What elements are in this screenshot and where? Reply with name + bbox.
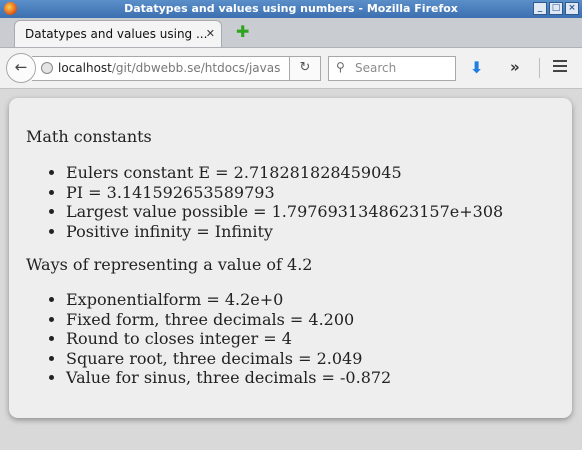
math-constants-heading: Math constants xyxy=(26,127,152,146)
tab-active[interactable]: Datatypes and values using ... ✕ xyxy=(14,20,222,47)
navigation-toolbar: localhost/git/dbwebb.se/htdocs/javas ❯ ←… xyxy=(0,48,582,89)
window-controls: _ □ × xyxy=(533,2,579,15)
plus-icon[interactable]: ✚ xyxy=(236,24,249,40)
url-host: localhost xyxy=(58,61,112,75)
list-item: Largest value possible = 1.7976931348623… xyxy=(66,202,503,222)
content-card: Math constants Eulers constant E = 2.718… xyxy=(9,98,572,418)
url-path: /git/dbwebb.se/htdocs/javas xyxy=(111,61,281,75)
list-item: Value for sinus, three decimals = -0.872 xyxy=(66,368,391,388)
url-text: localhost/git/dbwebb.se/htdocs/javas xyxy=(58,61,286,75)
overflow-icon[interactable]: » xyxy=(510,58,520,76)
hamburger-menu-icon[interactable] xyxy=(553,60,567,75)
globe-icon xyxy=(41,62,53,74)
list-item: Fixed form, three decimals = 4.200 xyxy=(66,310,391,330)
search-box[interactable]: ⚲ Search xyxy=(328,56,456,81)
maximize-button[interactable]: □ xyxy=(549,2,563,15)
tab-strip: Datatypes and values using ... ✕ xyxy=(0,18,582,48)
close-icon[interactable]: ✕ xyxy=(206,27,215,40)
ways-list: Exponentialform = 4.2e+0 Fixed form, thr… xyxy=(9,290,391,388)
window-title: Datatypes and values using numbers - Moz… xyxy=(124,2,458,15)
search-icon: ⚲ xyxy=(336,60,345,74)
list-item: Exponentialform = 4.2e+0 xyxy=(66,290,391,310)
search-placeholder: Search xyxy=(355,61,397,75)
url-bar[interactable]: localhost/git/dbwebb.se/htdocs/javas ❯ xyxy=(32,56,320,81)
reload-icon[interactable]: ↻ xyxy=(289,56,321,81)
window-titlebar: Datatypes and values using numbers - Moz… xyxy=(0,0,582,18)
minimize-button[interactable]: _ xyxy=(533,2,547,15)
toolbar-separator xyxy=(539,58,540,78)
list-item: Eulers constant E = 2.718281828459045 xyxy=(66,163,503,183)
ways-heading: Ways of representing a value of 4.2 xyxy=(26,255,313,274)
download-icon[interactable]: ⬇ xyxy=(470,58,483,77)
window-close-button[interactable]: × xyxy=(565,2,579,15)
list-item: Positive infinity = Infinity xyxy=(66,222,503,242)
list-item: PI = 3.141592653589793 xyxy=(66,183,503,203)
back-arrow-icon[interactable]: ← xyxy=(6,53,36,83)
list-item: Round to closes integer = 4 xyxy=(66,329,391,349)
list-item: Square root, three decimals = 2.049 xyxy=(66,349,391,369)
math-constants-list: Eulers constant E = 2.718281828459045 PI… xyxy=(9,163,503,241)
tab-label: Datatypes and values using ... xyxy=(25,27,208,41)
